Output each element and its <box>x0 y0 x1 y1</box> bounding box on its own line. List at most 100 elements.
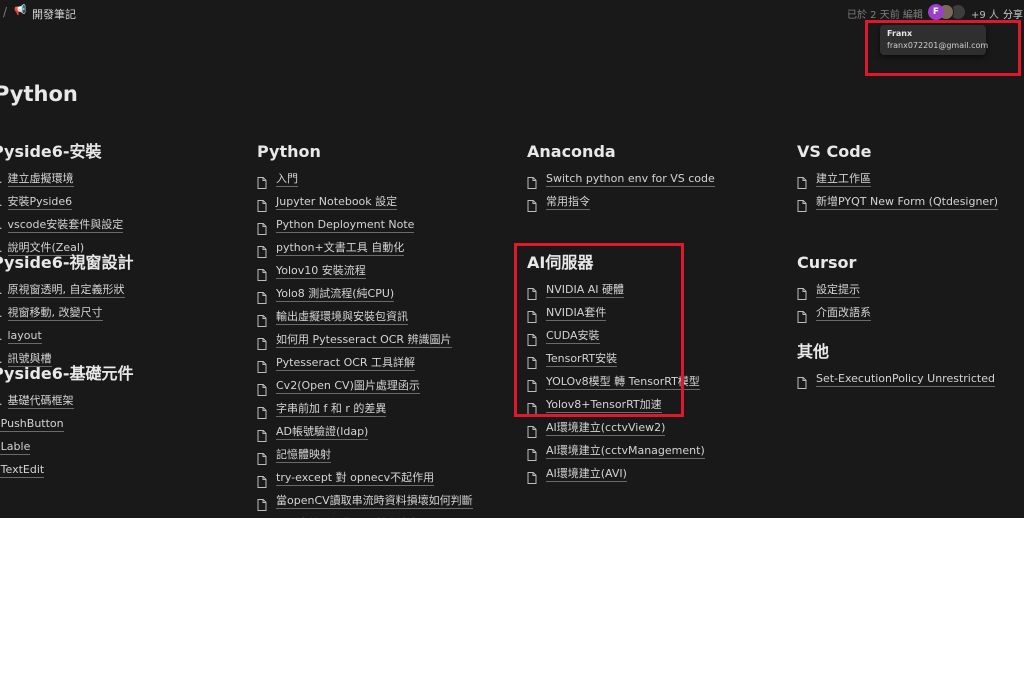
page-link[interactable]: python+文書工具 自動化 <box>257 237 473 260</box>
list-number: 1. <box>0 173 3 186</box>
highlight-box <box>514 243 684 417</box>
page-link[interactable]: 建立工作區 <box>797 168 998 191</box>
page-link[interactable]: QLable <box>0 436 134 459</box>
page-link[interactable]: 1. 建立虛擬環境 <box>0 168 123 191</box>
page-link-label[interactable]: QTextEdit <box>0 463 45 478</box>
page-link[interactable]: QTextEdit <box>0 459 134 482</box>
page-link[interactable]: 1. 原視窗透明, 自定義形狀 <box>0 279 134 302</box>
page-link[interactable]: Yolov10 安裝流程 <box>257 260 473 283</box>
page-link-label[interactable]: 輸出虛擬環境與安裝包資訊 <box>276 310 408 325</box>
page-icon <box>797 374 807 389</box>
page-link-label[interactable]: 當openCV讀取串流時資料損壞如何判斷 <box>276 494 473 509</box>
section-heading[interactable]: Pyside6-基礎元件 <box>0 362 134 386</box>
page-link-label[interactable]: 原視窗透明, 自定義形狀 <box>7 283 125 298</box>
page-link[interactable]: 2. 安裝Pyside6 <box>0 191 123 214</box>
page-link-label[interactable]: try-except 對 opnecv不起作用 <box>276 471 435 486</box>
page-link[interactable]: QPushButton <box>0 413 134 436</box>
page-link-label[interactable]: layout <box>7 329 42 344</box>
page-link-label[interactable]: 入門 <box>276 172 298 187</box>
page-icon <box>257 312 267 327</box>
page-link-label[interactable]: 基礎代碼框架 <box>7 394 74 409</box>
user-avatar[interactable]: F <box>928 4 944 20</box>
page-link-label[interactable]: Yolov10 安裝流程 <box>276 264 366 279</box>
share-button[interactable]: 分享 <box>1003 6 1023 21</box>
page-link-label[interactable]: Cv2(Open CV)圖片處理函示 <box>276 379 420 394</box>
page-link[interactable]: AI環境建立(cctvManagement) <box>527 440 705 463</box>
page-link[interactable]: 字串前加 f 和 r 的差異 <box>257 398 473 421</box>
page-icon <box>527 446 537 461</box>
page-link[interactable]: 新增PYQT New Form (Qtdesigner) <box>797 191 999 214</box>
page-link-label[interactable]: Yolo8 測試流程(純CPU) <box>276 287 395 302</box>
page-link-label[interactable]: 建立工作區 <box>816 172 871 187</box>
section-heading[interactable]: Cursor <box>797 251 871 275</box>
page-icon <box>527 423 537 438</box>
section-heading[interactable]: Python <box>257 140 473 164</box>
page-link[interactable]: 設定提示 <box>797 279 871 302</box>
page-link-label[interactable]: 介面改語系 <box>816 306 871 321</box>
section-heading[interactable]: VS Code <box>797 140 998 164</box>
page-icon <box>257 335 267 350</box>
page-link[interactable]: Yolo8 測試流程(純CPU) <box>257 283 473 306</box>
page-link[interactable]: 2. 視窗移動, 改變尺寸 <box>0 302 134 325</box>
page-link[interactable]: AI環境建立(AVI) <box>527 463 705 486</box>
page-link[interactable]: Set-ExecutionPolicy Unrestricted <box>797 368 995 391</box>
page-link[interactable]: 記憶體映射 <box>257 444 473 467</box>
page-link-label[interactable]: 視窗移動, 改變尺寸 <box>7 306 103 321</box>
page-link-label[interactable]: QPushButton <box>0 417 64 432</box>
section-heading[interactable]: Pyside6-安裝 <box>0 140 123 164</box>
page-link-label[interactable]: Jupyter Notebook 設定 <box>276 195 398 210</box>
page-link[interactable]: 介面改語系 <box>797 302 871 325</box>
page-link-label[interactable]: Python Deployment Note <box>276 218 415 233</box>
page-link[interactable]: 1. 基礎代碼框架 <box>0 390 134 413</box>
page-link-label[interactable]: 如何用 Pytesseract OCR 辨識圖片 <box>276 333 452 348</box>
page-icon <box>797 174 807 189</box>
page-link-label[interactable]: 記憶體映射 <box>276 448 331 463</box>
page-link[interactable]: try-except 對 opnecv不起作用 <box>257 467 473 490</box>
section: 其他 Set-ExecutionPolicy Unrestricted <box>797 340 995 391</box>
page-link-label[interactable]: AI環境建立(cctvView2) <box>546 421 666 436</box>
page-link[interactable]: 常用指令 <box>527 191 715 214</box>
breadcrumb-page-title[interactable]: 開發筆記 <box>32 6 76 22</box>
page-link[interactable]: 使用多線程優化同時併發讀寫 <box>257 513 473 518</box>
page-link-label[interactable]: 設定提示 <box>816 283 860 298</box>
page-link-label[interactable]: 使用多線程優化同時併發讀寫 <box>276 517 419 518</box>
section: Cursor 設定提示介面改語系 <box>797 251 871 325</box>
page-link[interactable]: Switch python env for VS code <box>527 168 715 191</box>
page-link[interactable]: 如何用 Pytesseract OCR 辨識圖片 <box>257 329 473 352</box>
page-link[interactable]: Jupyter Notebook 設定 <box>257 191 473 214</box>
page-link[interactable]: Python Deployment Note <box>257 214 473 237</box>
section: Pyside6-基礎元件 1. 基礎代碼框架 QPushButton QLable QTe… <box>0 362 134 482</box>
page-link[interactable]: Pytesseract OCR 工具詳解 <box>257 352 473 375</box>
page-link-label[interactable]: 常用指令 <box>546 195 590 210</box>
page-link-label[interactable]: QLable <box>0 440 31 455</box>
page-link[interactable]: 當openCV讀取串流時資料損壞如何判斷 <box>257 490 473 513</box>
last-edited-label[interactable]: 已於 2 天前 編輯 <box>847 6 923 21</box>
page-link[interactable]: 3. vscode安裝套件與設定 <box>0 214 124 237</box>
section-heading[interactable]: 其他 <box>797 340 995 364</box>
page-link-label[interactable]: vscode安裝套件與設定 <box>7 218 124 233</box>
page-link-label[interactable]: 新增PYQT New Form (Qtdesigner) <box>816 195 999 210</box>
page-link[interactable]: AI環境建立(cctvView2) <box>527 417 705 440</box>
page-link[interactable]: 輸出虛擬環境與安裝包資訊 <box>257 306 473 329</box>
page-link[interactable]: Cv2(Open CV)圖片處理函示 <box>257 375 473 398</box>
page-link-label[interactable]: Pytesseract OCR 工具詳解 <box>276 356 416 371</box>
more-collaborators-count[interactable]: +9 人 <box>971 6 999 21</box>
page-link-label[interactable]: 建立虛擬環境 <box>7 172 74 187</box>
page-link[interactable]: 入門 <box>257 168 473 191</box>
page-link-label[interactable]: Set-ExecutionPolicy Unrestricted <box>816 372 995 387</box>
megaphone-icon[interactable]: 📢 <box>14 5 26 16</box>
section-heading[interactable]: Pyside6-視窗設計 <box>0 251 134 275</box>
page-link-label[interactable]: Switch python env for VS code <box>546 172 715 187</box>
page-link-label[interactable]: AI環境建立(AVI) <box>546 467 627 482</box>
page-link-label[interactable]: AD帳號驗證(ldap) <box>276 425 369 440</box>
page-link[interactable]: 3. layout <box>0 325 134 348</box>
page-title[interactable]: Python <box>0 82 78 106</box>
section-heading[interactable]: Anaconda <box>527 140 715 164</box>
page-link-label[interactable]: AI環境建立(cctvManagement) <box>546 444 705 459</box>
page-icon <box>257 197 267 212</box>
page-link-label[interactable]: 安裝Pyside6 <box>7 195 73 210</box>
page-link-label[interactable]: python+文書工具 自動化 <box>276 241 405 256</box>
list-number: 3. <box>0 219 3 232</box>
page-link-label[interactable]: 字串前加 f 和 r 的差異 <box>276 402 387 417</box>
page-link[interactable]: AD帳號驗證(ldap) <box>257 421 473 444</box>
